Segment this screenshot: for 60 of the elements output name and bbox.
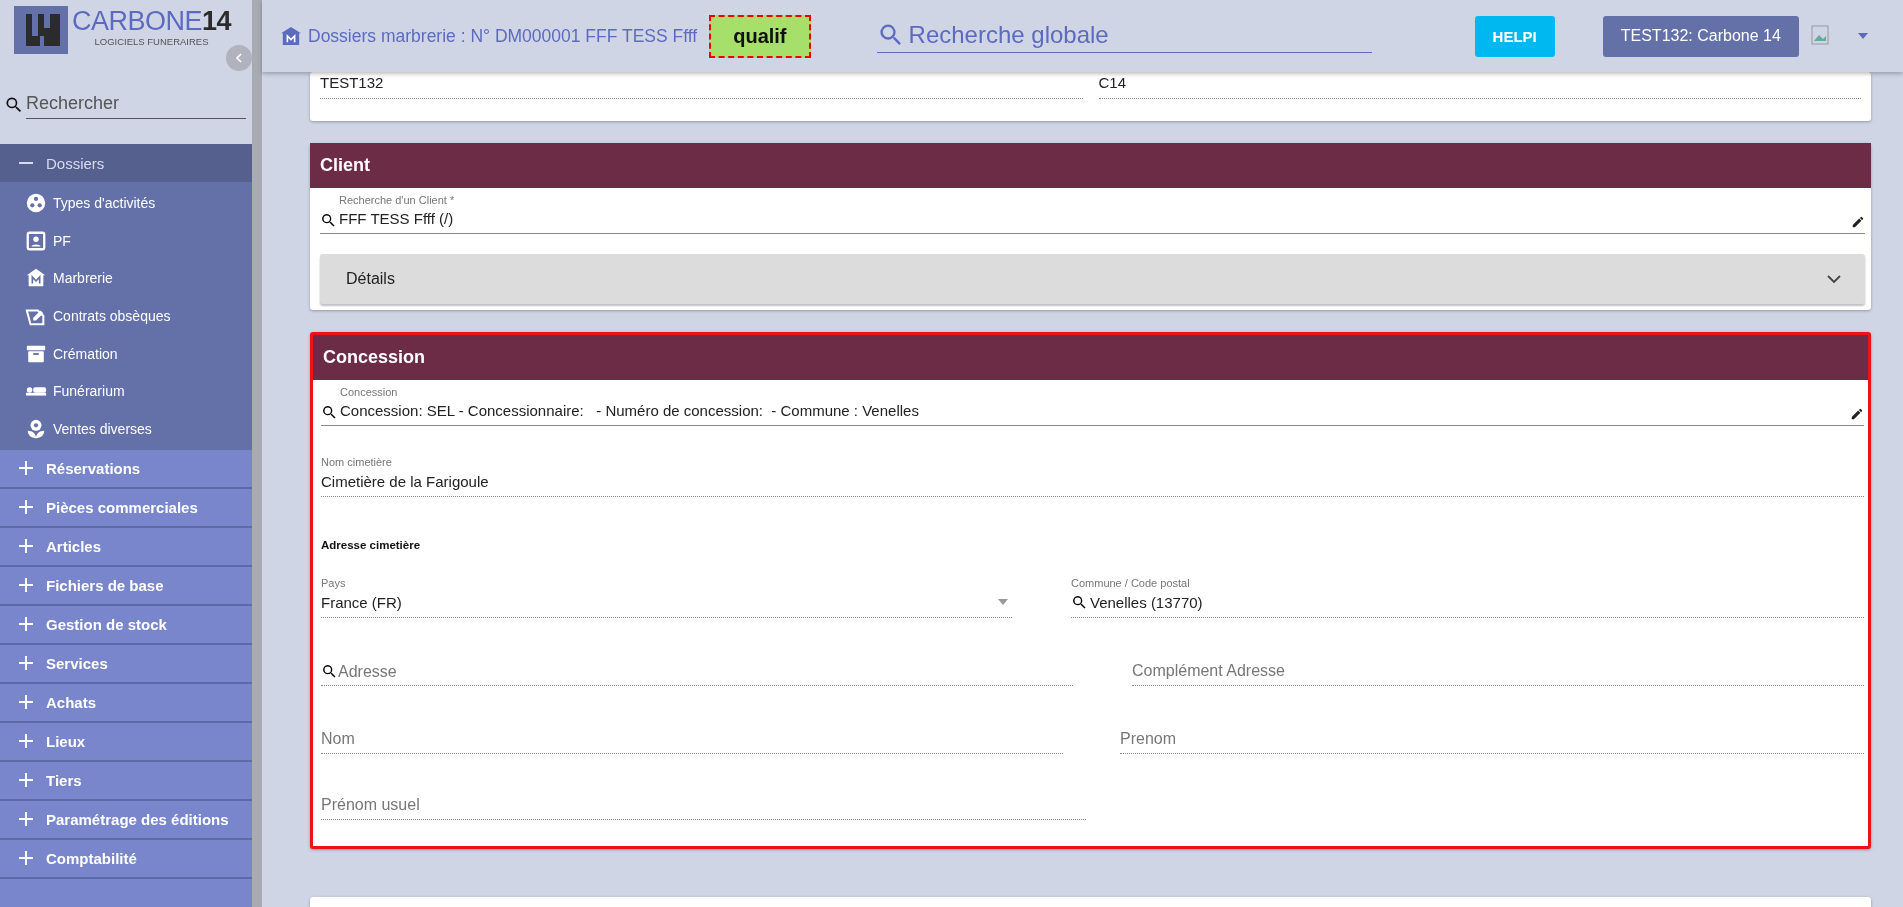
expand-icon bbox=[19, 500, 33, 515]
text-field[interactable]: C14 bbox=[1098, 72, 1861, 99]
first-name-field[interactable]: Prenom bbox=[1120, 716, 1864, 754]
search-icon bbox=[320, 212, 337, 229]
concession-search-field[interactable]: Concession Concession: SEL - Concessionnaire: - Numéro de concession: - Commune : Venelles bbox=[321, 384, 1864, 426]
sidebar-subitem[interactable]: Marbrerie bbox=[0, 259, 252, 298]
expand-icon bbox=[19, 734, 33, 749]
expand-icon bbox=[19, 617, 33, 632]
last-name-field[interactable]: Nom bbox=[321, 716, 1063, 754]
chevron-icon bbox=[1827, 274, 1841, 284]
sidebar-search-field[interactable]: Rechercher bbox=[26, 91, 246, 119]
account-button[interactable]: TEST132: Carbone 14 bbox=[1602, 15, 1799, 57]
town-search-field[interactable]: Commune / Code postal Venelles (13770) bbox=[1071, 577, 1864, 618]
logo-mark-icon bbox=[14, 6, 68, 54]
flower-icon bbox=[25, 417, 47, 440]
sidebar-subitem[interactable]: Types d'activités bbox=[0, 184, 252, 222]
address-complement-field[interactable]: Complément Adresse bbox=[1132, 648, 1864, 686]
expand-icon bbox=[19, 773, 33, 788]
sidebar-subitem[interactable]: PF bbox=[0, 221, 252, 260]
global-search-field[interactable]: Recherche globale bbox=[906, 19, 1372, 50]
country-select[interactable]: Pays France (FR) bbox=[321, 577, 1012, 618]
search-icon bbox=[321, 663, 338, 680]
section-header: Concession bbox=[313, 335, 1868, 380]
scrollbar[interactable] bbox=[252, 0, 262, 907]
expand-icon bbox=[19, 578, 33, 593]
expand-icon bbox=[19, 539, 33, 554]
section-header: Client bbox=[310, 143, 1871, 188]
sidebar-subitem[interactable]: Ventes diverses bbox=[0, 410, 252, 448]
sidebar-item[interactable]: Dossiers bbox=[0, 144, 252, 182]
logo-wordmark: CARBONE14 bbox=[72, 6, 232, 36]
page-title: Dossiers marbrerie : N° DM000001 FFF TESS Ffff bbox=[308, 25, 698, 47]
contact-card-icon bbox=[25, 229, 47, 252]
address-search-field[interactable]: Adresse bbox=[338, 662, 1073, 681]
search-icon bbox=[1071, 594, 1088, 611]
dropdown-caret-icon[interactable] bbox=[998, 599, 1008, 605]
cemetery-name-field[interactable]: Nom cimetière Cimetière de la Farigoule bbox=[321, 456, 1864, 497]
usual-first-name-field[interactable]: Prénom usuel bbox=[321, 782, 1086, 820]
sidebar-subitem[interactable]: Funérarium bbox=[0, 372, 252, 411]
logo-tagline: LOGICIELS FUNERAIRES bbox=[93, 36, 210, 47]
text-field[interactable]: TEST132 bbox=[320, 72, 1083, 99]
expand-icon bbox=[19, 851, 33, 866]
expand-icon bbox=[19, 461, 33, 476]
dots-circle-icon bbox=[25, 191, 47, 214]
pencil-icon[interactable] bbox=[1851, 215, 1865, 229]
dropdown-caret-icon[interactable] bbox=[1856, 32, 1869, 40]
address-heading: Adresse cimetière bbox=[321, 539, 422, 551]
pencil-icon[interactable] bbox=[1850, 407, 1864, 421]
details-panel[interactable]: Détails bbox=[320, 254, 1865, 304]
chevron-left-icon bbox=[233, 52, 245, 64]
client-search-field[interactable]: Recherche d'un Client * FFF TESS Ffff (/) bbox=[320, 192, 1865, 234]
expand-icon bbox=[19, 695, 33, 710]
sidebar-subitem[interactable]: Crémation bbox=[0, 334, 252, 373]
expand-icon bbox=[19, 812, 33, 827]
expand-icon bbox=[19, 656, 33, 671]
search-icon bbox=[321, 404, 338, 421]
broken-image-icon bbox=[1810, 25, 1831, 47]
environment-badge: qualif bbox=[709, 14, 811, 58]
search-icon bbox=[4, 95, 24, 115]
building-icon bbox=[280, 26, 302, 46]
sidebar-subitem[interactable]: Contrats obsèques bbox=[0, 297, 252, 335]
